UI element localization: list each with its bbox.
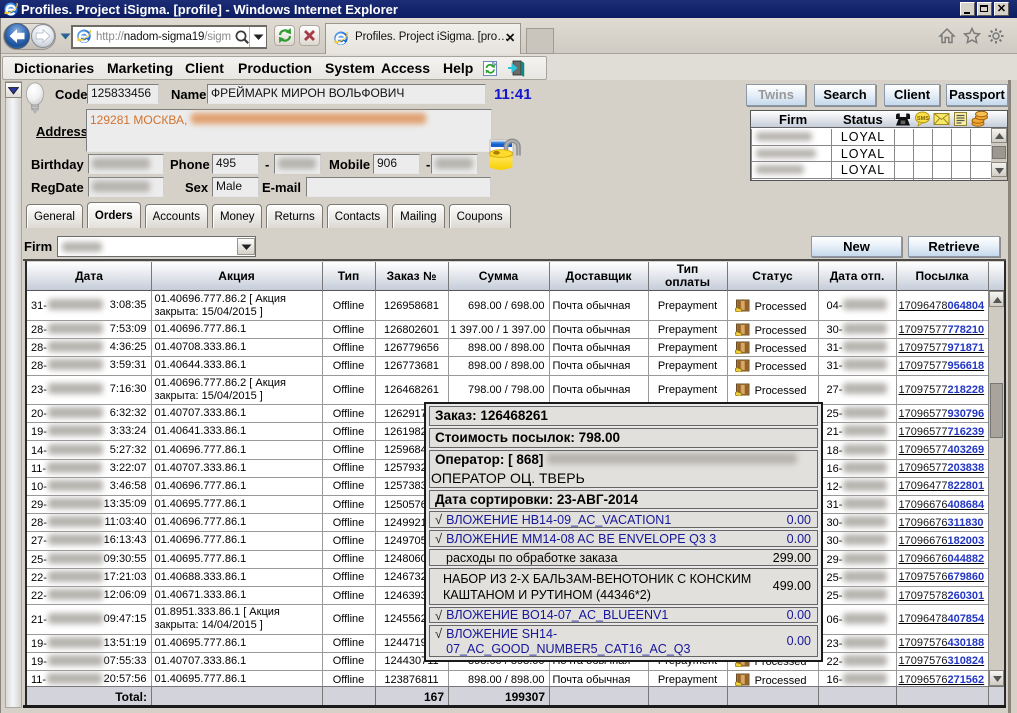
svg-text:SMS: SMS bbox=[917, 116, 929, 122]
